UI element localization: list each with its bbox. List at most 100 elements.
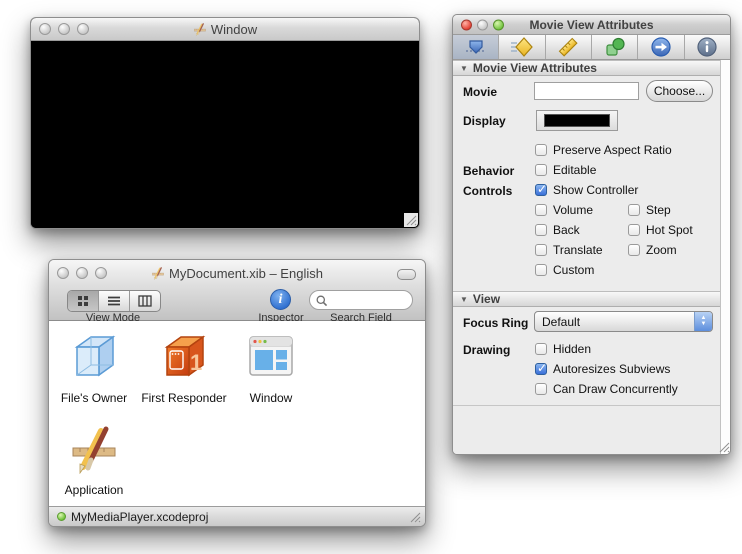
attributes-inspector-icon — [465, 36, 487, 58]
checkbox-label: Volume — [553, 203, 594, 217]
checkbox-label: Zoom — [646, 243, 677, 257]
tab-bindings-inspector[interactable] — [592, 35, 639, 59]
design-window-traffic-lights — [39, 23, 89, 35]
show-controller-checkbox[interactable] — [535, 182, 547, 196]
drawing-label: Drawing — [463, 343, 511, 357]
movie-view-canvas[interactable] — [31, 41, 419, 228]
checkbox-label: Step — [646, 203, 671, 217]
list-view-icon — [107, 295, 121, 307]
close-button[interactable] — [461, 19, 472, 30]
resize-corner[interactable] — [404, 213, 418, 227]
display-color-swatch — [544, 114, 610, 127]
section-header-view[interactable]: ▼ View — [453, 291, 730, 307]
xib-status-bar: MyMediaPlayer.xcodeproj — [49, 506, 425, 526]
checkbox-label: Hidden — [553, 342, 592, 356]
inspector-traffic-lights — [461, 19, 504, 30]
grid-view-icon — [77, 295, 89, 307]
section-separator — [453, 405, 721, 406]
translate-checkbox[interactable] — [535, 244, 547, 256]
disclosure-triangle-icon: ▼ — [460, 294, 468, 304]
zoom-checkbox[interactable] — [628, 244, 640, 256]
xib-window-traffic-lights — [57, 267, 107, 279]
item-label: First Responder — [141, 391, 227, 405]
list-item-application[interactable]: Application — [49, 422, 139, 497]
tab-effects-inspector[interactable] — [499, 35, 546, 59]
item-label: File's Owner — [60, 391, 128, 405]
xib-window-title-text: MyDocument.xib – English — [169, 265, 323, 281]
inspector-titlebar[interactable]: Movie View Attributes — [453, 15, 730, 35]
autoresizes-subviews-checkbox[interactable] — [535, 361, 547, 375]
toolbar-toggle-button[interactable] — [397, 269, 416, 280]
xib-window-titlebar[interactable]: MyDocument.xib – English — [49, 260, 425, 286]
tab-size-inspector[interactable] — [546, 35, 592, 59]
view-mode-list-segment[interactable] — [99, 291, 130, 311]
tab-identity-inspector[interactable] — [685, 35, 730, 59]
checkbox-label: Back — [553, 223, 580, 237]
design-window-titlebar[interactable]: Window — [31, 18, 419, 41]
columns-view-icon — [138, 295, 152, 307]
back-checkbox[interactable] — [535, 224, 547, 236]
back-row: Back — [535, 223, 580, 237]
search-icon — [315, 294, 328, 307]
editable-row: Editable — [535, 163, 596, 177]
controls-label: Controls — [463, 184, 513, 198]
scrollbar-track[interactable] — [720, 60, 730, 454]
list-item-files-owner[interactable]: File's Owner — [49, 330, 139, 405]
display-color-well[interactable] — [536, 110, 618, 131]
preserve-aspect-ratio-row: Preserve Aspect Ratio — [535, 143, 672, 157]
tab-attributes-inspector[interactable] — [453, 35, 500, 59]
close-button[interactable] — [39, 23, 51, 35]
resize-grip-icon[interactable] — [717, 440, 730, 453]
autoresizes-subviews-row: Autoresizes Subviews — [535, 361, 670, 376]
checkbox-label: Custom — [553, 263, 595, 277]
search-field[interactable] — [309, 290, 413, 310]
checkbox-label: Show Controller — [553, 183, 639, 197]
checkbox-label: Can Draw Concurrently — [553, 382, 678, 396]
preserve-aspect-ratio-checkbox[interactable] — [535, 144, 547, 156]
movie-input[interactable] — [535, 85, 638, 101]
resize-grip-icon[interactable] — [408, 510, 421, 523]
can-draw-concurrently-row: Can Draw Concurrently — [535, 382, 678, 396]
minimize-button[interactable] — [58, 23, 70, 35]
view-mode-columns-segment[interactable] — [130, 291, 160, 311]
can-draw-concurrently-checkbox[interactable] — [535, 383, 547, 395]
volume-checkbox[interactable] — [535, 204, 547, 216]
tab-connections-inspector[interactable] — [638, 35, 685, 59]
xib-doc-icon — [151, 266, 165, 280]
checkbox-label: Translate — [553, 243, 603, 257]
project-status-text: MyMediaPlayer.xcodeproj — [71, 509, 209, 524]
display-label: Display — [463, 114, 506, 128]
choose-button[interactable]: Choose... — [646, 80, 713, 102]
checkbox-label: Preserve Aspect Ratio — [553, 143, 672, 157]
checkbox-label: Hot Spot — [646, 223, 693, 237]
inspector-button[interactable]: i — [270, 289, 291, 310]
custom-row: Custom — [535, 263, 594, 277]
list-item-first-responder[interactable]: First Responder — [134, 330, 234, 405]
close-button[interactable] — [57, 267, 69, 279]
size-inspector-icon — [557, 36, 579, 58]
first-responder-cube-icon — [158, 330, 210, 382]
popup-stepper-cap: ▲ ▼ — [694, 312, 712, 331]
identity-inspector-icon — [696, 36, 718, 58]
design-window-title: Window — [193, 22, 257, 37]
minimize-button[interactable] — [76, 267, 88, 279]
resize-grip-icon — [404, 213, 417, 226]
view-mode-icons-segment[interactable] — [68, 291, 99, 311]
search-input[interactable] — [331, 293, 409, 307]
editable-checkbox[interactable] — [535, 164, 547, 176]
step-checkbox[interactable] — [628, 204, 640, 216]
disclosure-triangle-icon: ▼ — [460, 63, 468, 73]
custom-checkbox[interactable] — [535, 264, 547, 276]
focus-ring-popup[interactable]: Default ▲ ▼ — [534, 311, 713, 332]
zoom-button[interactable] — [493, 19, 504, 30]
zoom-row: Zoom — [628, 243, 677, 257]
focus-ring-label: Focus Ring — [463, 316, 529, 330]
list-item-window[interactable]: Window — [226, 330, 316, 405]
down-arrow-icon: ▼ — [700, 321, 707, 327]
zoom-button[interactable] — [77, 23, 89, 35]
section-header-movie-view-attributes[interactable]: ▼ Movie View Attributes — [453, 60, 730, 76]
zoom-button[interactable] — [95, 267, 107, 279]
hot-spot-checkbox[interactable] — [628, 224, 640, 236]
hidden-checkbox[interactable] — [535, 343, 547, 355]
item-label: Window — [249, 391, 293, 405]
